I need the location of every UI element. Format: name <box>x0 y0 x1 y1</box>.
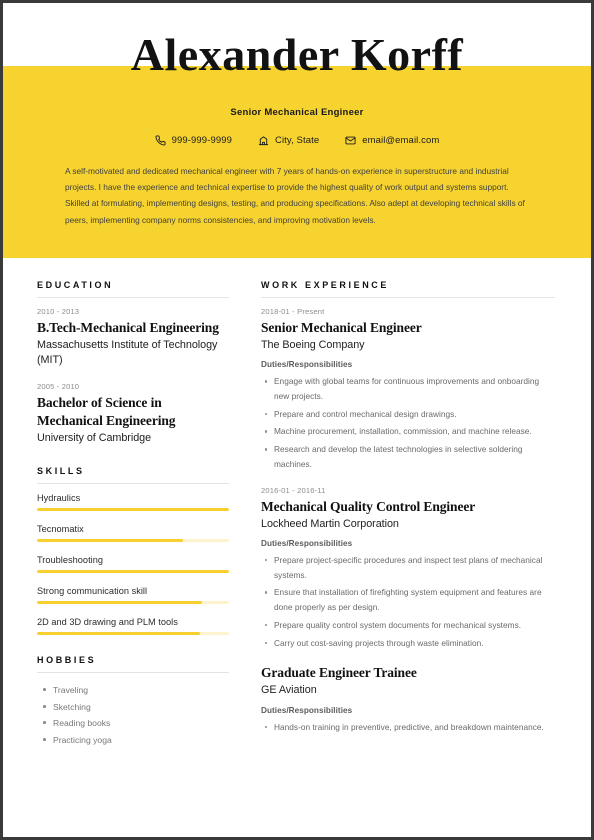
skill-progress-fill <box>37 632 201 636</box>
education-degree: Bachelor of Science in Mechanical Engine… <box>37 395 176 429</box>
work-duties-heading: Duties/Responsibilities <box>261 705 353 715</box>
email-icon <box>345 135 356 146</box>
work-date: 2018-01 - Present <box>261 307 325 316</box>
education-entry: 2005 - 2010 Bachelor of Science in Mecha… <box>37 382 229 446</box>
list-item: Traveling <box>43 682 229 699</box>
work-role: Mechanical Quality Control Engineer <box>261 498 476 514</box>
contact-location-value: City, State <box>275 135 320 146</box>
work-entry: Graduate Engineer Trainee GE Aviation Du… <box>261 664 555 734</box>
list-item: Ensure that installation of firefighting… <box>265 585 555 615</box>
education-school: Massachusetts Institute of Technology (M… <box>37 338 218 367</box>
skill-name: Troubleshooting <box>37 555 103 566</box>
work-date: 2016-01 - 2016-11 <box>261 485 326 495</box>
resume-page: Alexander Korff Senior Mechanical Engine… <box>0 0 594 840</box>
skill-item: Tecnomatix <box>37 524 229 543</box>
phone-icon <box>155 135 166 146</box>
skill-progress-fill <box>37 508 229 512</box>
work-entry: 2018-01 - Present Senior Mechanical Engi… <box>261 307 555 472</box>
list-item: Prepare and control mechanical design dr… <box>265 407 555 422</box>
list-item: Practicing yoga <box>43 732 229 749</box>
resume-body: EDUCATION 2010 - 2013 B.Tech-Mechanical … <box>3 258 591 748</box>
section-work-experience: WORK EXPERIENCE 2018-01 - Present Senior… <box>261 280 555 734</box>
work-entry: 2016-01 - 2016-11 Mechanical Quality Con… <box>261 486 555 651</box>
contact-list: 999-999-9999 City, State email@email.com <box>3 135 591 146</box>
education-school: University of Cambridge <box>37 432 152 445</box>
skill-name: Strong communication skill <box>37 586 148 597</box>
work-role: Graduate Engineer Trainee <box>261 665 417 681</box>
skill-progress-track <box>37 570 229 574</box>
skill-progress-track <box>37 632 229 636</box>
list-item: Reading books <box>43 715 229 732</box>
section-title-work-experience: WORK EXPERIENCE <box>261 280 555 298</box>
location-icon <box>258 135 269 146</box>
list-item: Prepare quality control system documents… <box>265 618 555 633</box>
right-column: WORK EXPERIENCE 2018-01 - Present Senior… <box>251 280 591 748</box>
work-role: Senior Mechanical Engineer <box>261 320 422 335</box>
header-job-title: Senior Mechanical Engineer <box>230 107 364 118</box>
resume-header: Alexander Korff Senior Mechanical Engine… <box>3 3 591 258</box>
skill-progress-fill <box>37 539 183 543</box>
work-duties-list: Prepare project-specific procedures and … <box>261 553 555 651</box>
list-item: Machine procurement, installation, commi… <box>265 424 555 439</box>
contact-email[interactable]: email@email.com <box>345 135 439 146</box>
skill-progress-track <box>37 601 229 605</box>
skill-name: Hydraulics <box>37 493 81 504</box>
skill-progress-fill <box>37 601 203 605</box>
section-education: EDUCATION 2010 - 2013 B.Tech-Mechanical … <box>37 280 229 446</box>
section-title-hobbies: HOBBIES <box>37 655 229 674</box>
skill-item: 2D and 3D drawing and PLM tools <box>37 617 229 636</box>
page-title: Alexander Korff <box>130 29 464 80</box>
skill-progress-track <box>37 508 229 512</box>
list-item: Hands-on training in preventive, predict… <box>265 720 555 735</box>
section-title-education: EDUCATION <box>37 280 229 298</box>
skill-progress-track <box>37 539 229 543</box>
work-company: Lockheed Martin Corporation <box>261 517 399 530</box>
list-item: Engage with global teams for continuous … <box>265 374 555 404</box>
contact-email-value: email@email.com <box>362 135 440 146</box>
work-company: The Boeing Company <box>261 338 365 351</box>
skill-name: Tecnomatix <box>37 524 84 535</box>
header-accent-band <box>3 66 591 258</box>
work-company: GE Aviation <box>261 684 317 697</box>
work-duties-heading: Duties/Responsibilities <box>261 538 353 548</box>
education-date: 2010 - 2013 <box>37 307 80 316</box>
hobbies-list: Traveling Sketching Reading books Practi… <box>37 682 229 748</box>
list-item: Prepare project-specific procedures and … <box>265 553 555 583</box>
left-column: EDUCATION 2010 - 2013 B.Tech-Mechanical … <box>3 280 251 748</box>
contact-phone[interactable]: 999-999-9999 <box>155 135 232 146</box>
work-duties-list: Hands-on training in preventive, predict… <box>261 720 555 735</box>
section-hobbies: HOBBIES Traveling Sketching Reading book… <box>37 655 229 748</box>
contact-phone-value: 999-999-9999 <box>171 135 232 146</box>
section-skills: SKILLS Hydraulics Tecnomatix Troubleshoo… <box>37 466 229 636</box>
list-item: Carry out cost-saving projects through w… <box>265 636 555 651</box>
skill-item: Strong communication skill <box>37 586 229 605</box>
contact-location[interactable]: City, State <box>258 135 319 146</box>
skill-progress-fill <box>37 570 229 574</box>
education-date: 2005 - 2010 <box>37 382 80 392</box>
list-item: Research and develop the latest technolo… <box>265 442 555 472</box>
work-duties-heading: Duties/Responsibilities <box>261 360 353 370</box>
education-entry: 2010 - 2013 B.Tech-Mechanical Engineerin… <box>37 307 229 368</box>
skill-name: 2D and 3D drawing and PLM tools <box>37 617 178 628</box>
education-degree: B.Tech-Mechanical Engineering <box>37 320 219 335</box>
professional-summary: A self-motivated and dedicated mechanica… <box>65 166 525 225</box>
skill-item: Troubleshooting <box>37 555 229 574</box>
skill-item: Hydraulics <box>37 493 229 512</box>
section-title-skills: SKILLS <box>37 466 229 485</box>
work-duties-list: Engage with global teams for continuous … <box>261 374 555 472</box>
list-item: Sketching <box>43 699 229 716</box>
